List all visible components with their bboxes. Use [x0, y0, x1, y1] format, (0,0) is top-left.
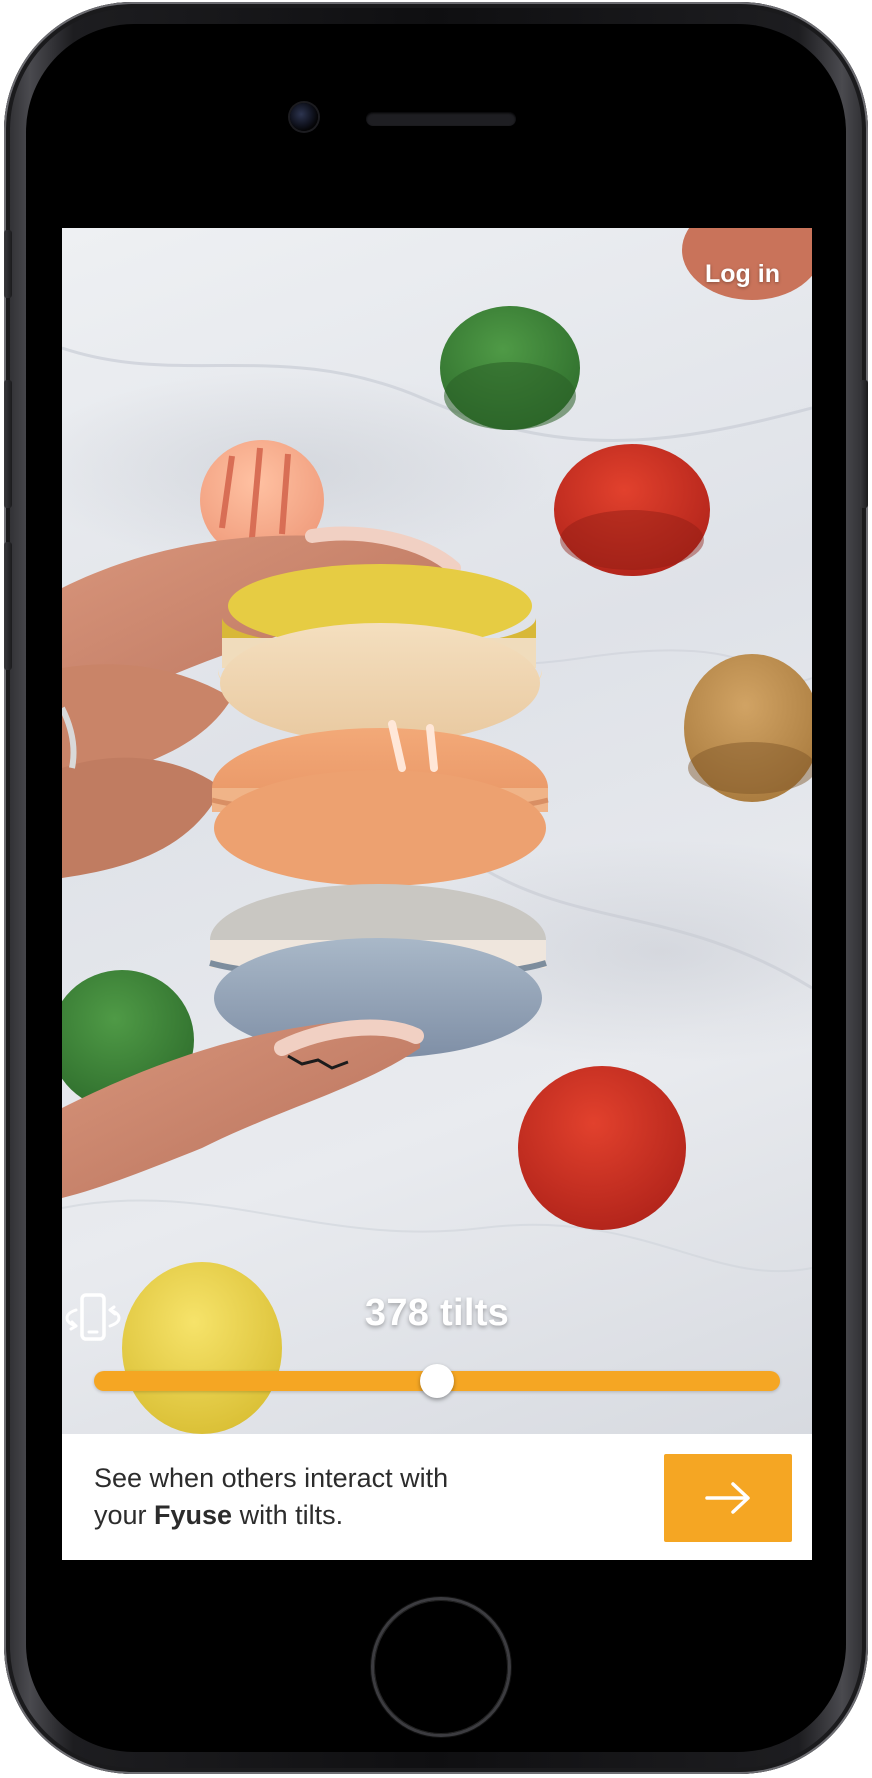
- promo-line-2-prefix: your: [94, 1500, 155, 1530]
- tilts-count: 378 tilts: [364, 1292, 510, 1334]
- phone-tilt-icon: [65, 1293, 121, 1341]
- earpiece-speaker: [366, 112, 516, 126]
- volume-down-button: [4, 542, 12, 670]
- power-button: [860, 380, 868, 508]
- macaron-photo: [62, 228, 812, 1434]
- volume-up-button: [4, 380, 12, 508]
- promo-line-1: See when others interact with: [94, 1463, 449, 1493]
- login-link[interactable]: Log in: [705, 260, 780, 289]
- slider-thumb[interactable]: [420, 1364, 454, 1398]
- promo-brand: Fyuse: [154, 1500, 233, 1530]
- onboarding-bottom-bar: See when others interact with your Fyuse…: [62, 1434, 812, 1560]
- macaron-photo-viewer[interactable]: Log in 378 tilts: [62, 228, 812, 1434]
- promo-text: See when others interact with your Fyuse…: [94, 1460, 534, 1534]
- tilt-slider[interactable]: [94, 1364, 780, 1398]
- home-button[interactable]: [374, 1600, 508, 1734]
- next-button[interactable]: [664, 1454, 792, 1542]
- arrow-right-icon: [705, 1482, 750, 1514]
- app-screen: Log in 378 tilts See when others interac…: [62, 228, 812, 1560]
- front-camera: [290, 103, 318, 131]
- mute-switch: [4, 230, 12, 298]
- tilts-indicator: 378 tilts: [62, 1292, 812, 1341]
- promo-line-2-suffix: with tilts.: [232, 1500, 344, 1530]
